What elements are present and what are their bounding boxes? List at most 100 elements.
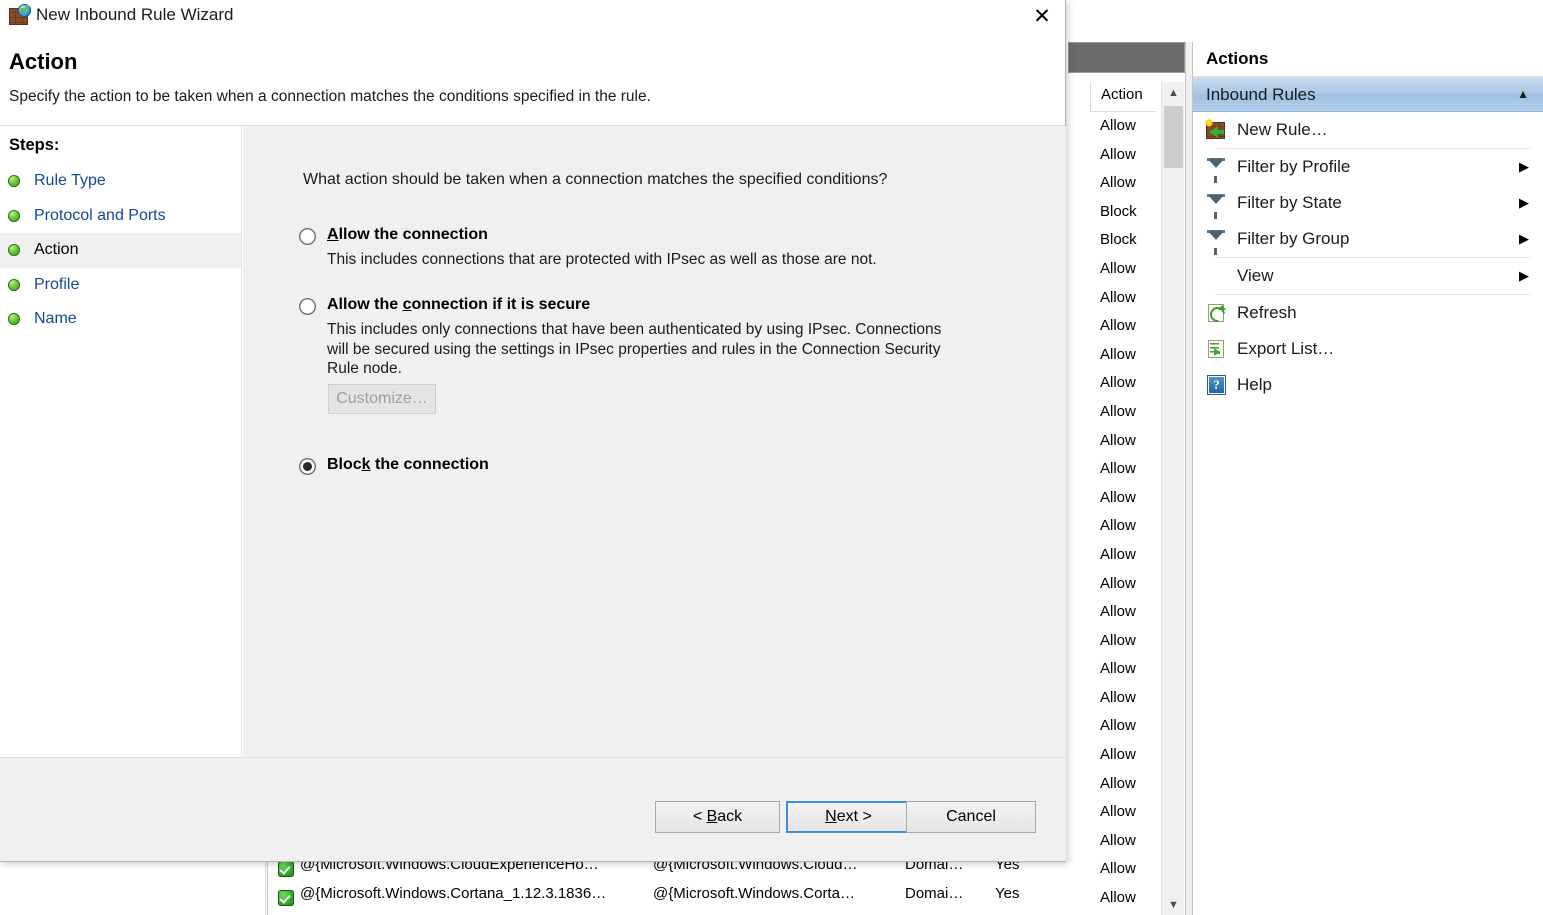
action-cell: Allow bbox=[1090, 284, 1160, 313]
actions-group-label: Inbound Rules bbox=[1206, 85, 1316, 104]
icon-placeholder bbox=[1205, 265, 1227, 287]
new-inbound-rule-wizard-dialog: New Inbound Rule Wizard ✕ Action Specify… bbox=[0, 0, 1066, 862]
action-cell: Allow bbox=[1090, 884, 1160, 913]
action-item-label: Filter by State bbox=[1237, 193, 1342, 213]
actions-group-inbound-rules[interactable]: Inbound Rules ▲ bbox=[1193, 77, 1543, 112]
scrollbar-thumb[interactable] bbox=[1164, 106, 1183, 168]
close-icon[interactable]: ✕ bbox=[1019, 0, 1065, 31]
step-bullet-icon bbox=[8, 210, 20, 222]
action-item-label: Help bbox=[1237, 375, 1272, 395]
action-cell: Allow bbox=[1090, 255, 1160, 284]
action-column-cells: AllowAllowAllowBlockBlockAllowAllowAllow… bbox=[1090, 112, 1160, 913]
step-label: Profile bbox=[34, 276, 79, 294]
action-column-header[interactable]: Action bbox=[1090, 82, 1156, 112]
dialog-title: New Inbound Rule Wizard bbox=[36, 5, 233, 25]
chevron-up-icon[interactable]: ▲ bbox=[1517, 78, 1529, 111]
action-cell: Allow bbox=[1090, 427, 1160, 456]
action-cell: Allow bbox=[1090, 512, 1160, 541]
actions-pane: Actions Inbound Rules ▲ New Rule… Filter … bbox=[1193, 42, 1543, 915]
step-item-profile[interactable]: Profile bbox=[0, 268, 241, 303]
chevron-right-icon[interactable]: ▶ bbox=[1519, 195, 1529, 211]
step-item-protocol-and-ports[interactable]: Protocol and Ports bbox=[0, 199, 241, 234]
action-cell: Block bbox=[1090, 226, 1160, 255]
action-cell: Allow bbox=[1090, 598, 1160, 627]
step-bullet-icon bbox=[8, 313, 20, 325]
filter-funnel-icon bbox=[1205, 156, 1227, 178]
filter-funnel-icon bbox=[1205, 228, 1227, 250]
scroll-up-icon[interactable]: ▲ bbox=[1162, 82, 1185, 103]
action-cell: Allow bbox=[1090, 712, 1160, 741]
radio-allow-the-connection[interactable] bbox=[299, 228, 316, 245]
rules-list-scrollbar[interactable]: ▲ ▼ bbox=[1161, 82, 1184, 915]
step-item-action[interactable]: Action bbox=[0, 233, 241, 268]
action-cell: Allow bbox=[1090, 341, 1160, 370]
step-label: Action bbox=[34, 241, 78, 259]
next-button[interactable]: Next > bbox=[786, 801, 911, 833]
step-bullet-icon bbox=[8, 175, 20, 187]
action-cell: Allow bbox=[1090, 541, 1160, 570]
step-label: Name bbox=[34, 310, 77, 328]
action-item-filter-by-state[interactable]: Filter by State ▶ bbox=[1193, 185, 1543, 221]
action-cell: Allow bbox=[1090, 855, 1160, 884]
option-block-the-connection[interactable]: Block the connection bbox=[299, 456, 489, 475]
option-allow-if-secure[interactable]: Allow the connection if it is secure Thi… bbox=[299, 296, 957, 379]
action-cell: Allow bbox=[1090, 741, 1160, 770]
pane-splitter[interactable] bbox=[1185, 42, 1193, 915]
new-rule-brick-icon bbox=[1205, 119, 1227, 141]
action-item-filter-by-profile[interactable]: Filter by Profile ▶ bbox=[1193, 149, 1543, 185]
actions-item-list: New Rule…Filter by Profile▶Filter by Sta… bbox=[1193, 112, 1543, 403]
action-cell: Allow bbox=[1090, 484, 1160, 513]
step-item-rule-type[interactable]: Rule Type bbox=[0, 164, 241, 199]
step-label: Rule Type bbox=[34, 172, 106, 190]
dialog-footer: < Back Next > Cancel bbox=[0, 758, 1066, 861]
action-item-label: New Rule… bbox=[1237, 120, 1328, 140]
steps-pane: Steps: Rule Type Protocol and Ports Action… bbox=[0, 126, 242, 861]
chevron-right-icon[interactable]: ▶ bbox=[1519, 268, 1529, 284]
action-cell: Allow bbox=[1090, 112, 1160, 141]
next-button-label: Next > bbox=[825, 808, 872, 825]
radio-allow-if-secure[interactable] bbox=[299, 298, 316, 315]
console-toolbar-strip bbox=[1068, 42, 1185, 73]
back-button[interactable]: < Back bbox=[655, 801, 780, 833]
actions-pane-title: Actions bbox=[1193, 42, 1543, 77]
enabled-check-icon bbox=[278, 890, 294, 906]
option-label-block: Block the connection bbox=[327, 456, 489, 474]
action-cell: Allow bbox=[1090, 455, 1160, 484]
export-list-icon bbox=[1205, 338, 1227, 360]
action-item-filter-by-group[interactable]: Filter by Group ▶ bbox=[1193, 221, 1543, 257]
chevron-right-icon[interactable]: ▶ bbox=[1519, 231, 1529, 247]
step-item-name[interactable]: Name bbox=[0, 302, 241, 337]
page-subtitle: Specify the action to be taken when a co… bbox=[9, 88, 651, 106]
scroll-down-icon[interactable]: ▼ bbox=[1162, 894, 1185, 915]
action-item-label: Filter by Profile bbox=[1237, 157, 1350, 177]
steps-list: Rule Type Protocol and Ports Action Profile… bbox=[0, 164, 241, 337]
action-cell: Allow bbox=[1090, 627, 1160, 656]
option-allow-the-connection[interactable]: Allow the connection This includes conne… bbox=[299, 226, 877, 270]
action-item-export-list[interactable]: Export List… bbox=[1193, 331, 1543, 367]
action-item-view[interactable]: View▶ bbox=[1193, 258, 1543, 294]
dialog-titlebar[interactable]: New Inbound Rule Wizard ✕ bbox=[0, 0, 1065, 32]
enabled-check-icon bbox=[278, 861, 294, 877]
chevron-right-icon[interactable]: ▶ bbox=[1519, 159, 1529, 175]
rule-profile-cell: Domai… bbox=[905, 885, 963, 902]
help-icon: ? bbox=[1205, 374, 1227, 396]
dialog-header: Action Specify the action to be taken wh… bbox=[0, 32, 1065, 125]
customize-button[interactable]: Customize… bbox=[328, 384, 436, 414]
option-desc-allow: This includes connections that are prote… bbox=[327, 250, 877, 270]
action-item-label: Export List… bbox=[1237, 339, 1334, 359]
radio-block-the-connection[interactable] bbox=[299, 458, 316, 475]
page-title: Action bbox=[9, 49, 77, 75]
steps-title: Steps: bbox=[0, 126, 241, 164]
action-cell: Allow bbox=[1090, 570, 1160, 599]
action-item-label: Filter by Group bbox=[1237, 229, 1349, 249]
action-item-new-rule[interactable]: New Rule… bbox=[1193, 112, 1543, 148]
rule-group-cell: @{Microsoft.Windows.Corta… bbox=[653, 885, 855, 902]
option-label-allow-secure: Allow the connection if it is secure bbox=[327, 296, 590, 314]
action-item-refresh[interactable]: Refresh bbox=[1193, 295, 1543, 331]
action-item-help[interactable]: ? Help bbox=[1193, 367, 1543, 403]
cancel-button[interactable]: Cancel bbox=[906, 801, 1036, 833]
table-row[interactable]: @{Microsoft.Windows.Cortana_1.12.3.1836…… bbox=[268, 885, 1161, 914]
step-label: Protocol and Ports bbox=[34, 207, 166, 225]
action-cell: Allow bbox=[1090, 169, 1160, 198]
refresh-icon bbox=[1205, 302, 1227, 324]
